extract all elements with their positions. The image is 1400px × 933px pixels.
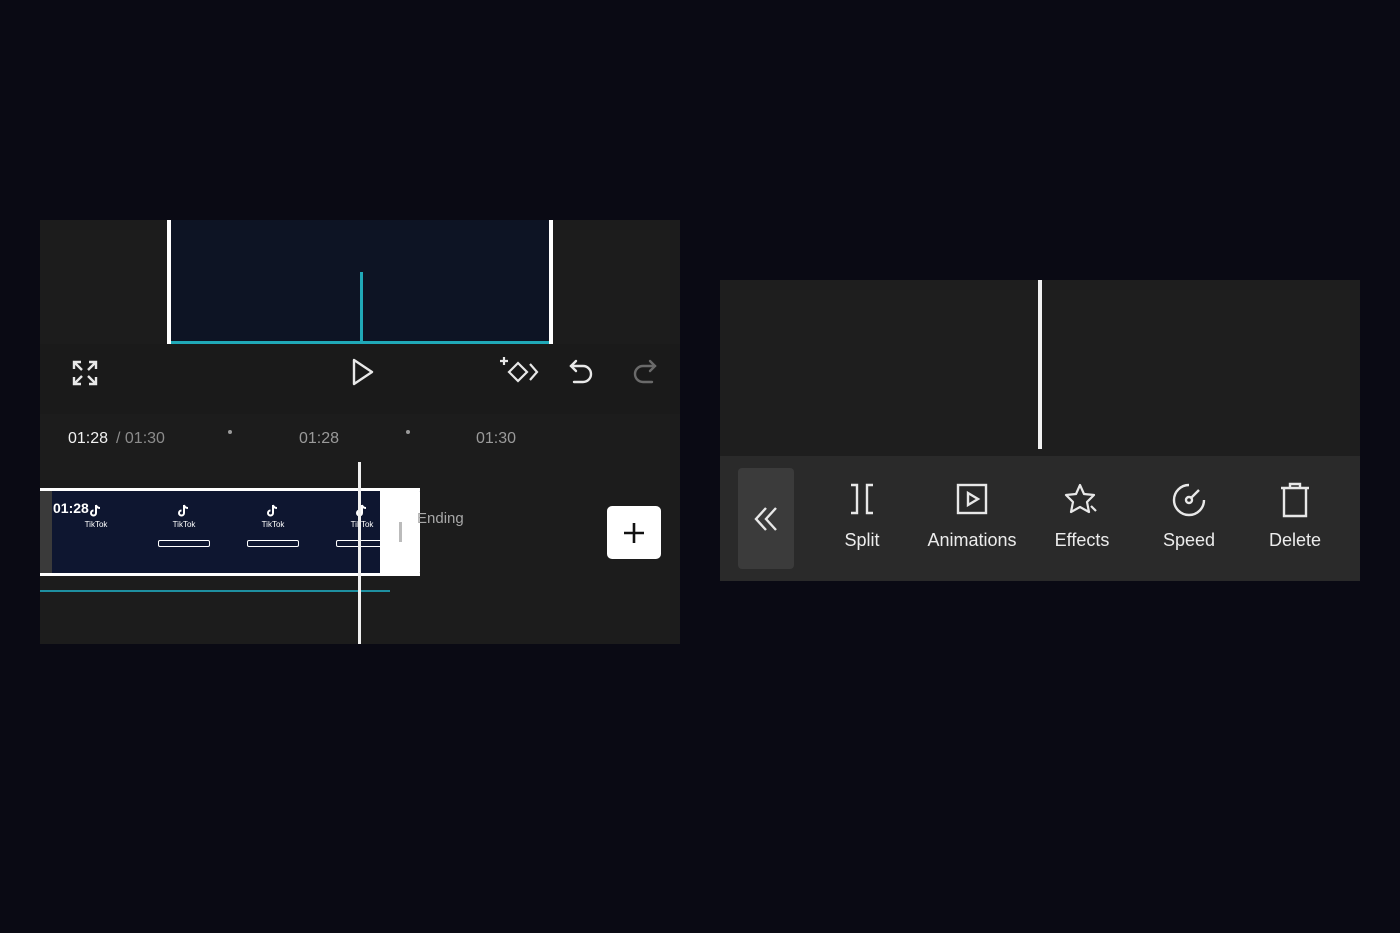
playhead[interactable] xyxy=(358,462,361,644)
tiktok-logo-icon xyxy=(267,504,278,517)
collapse-toolbar-button[interactable] xyxy=(738,468,794,569)
fullscreen-icon[interactable] xyxy=(68,356,102,390)
tiktok-logo-icon xyxy=(90,504,101,517)
tiktok-logo-icon xyxy=(178,504,189,517)
undo-icon[interactable] xyxy=(564,354,600,390)
plus-icon xyxy=(624,522,644,543)
animations-icon xyxy=(956,483,988,515)
edit-toolbar-panel: Split Animations Effects Speed Delete xyxy=(720,280,1360,581)
speed-icon xyxy=(1172,483,1206,517)
effects-label: Effects xyxy=(1054,530,1110,550)
speed-label: Speed xyxy=(1162,530,1216,550)
thumbnail-bar xyxy=(247,540,299,547)
clip-thumbnail: TikTok xyxy=(332,504,380,554)
preview-cursor xyxy=(360,272,363,344)
ruler-dot xyxy=(406,430,410,434)
speed-button[interactable]: Speed xyxy=(1134,476,1244,556)
trim-handle-grip xyxy=(399,522,402,542)
playback-controls xyxy=(40,344,680,414)
edit-toolbar: Split Animations Effects Speed Delete xyxy=(720,456,1360,581)
thumbnail-bar xyxy=(158,540,210,547)
thumbnail-label: TikTok xyxy=(84,520,108,529)
animations-label: Animations xyxy=(927,530,1017,550)
video-preview[interactable] xyxy=(167,220,553,344)
split-label: Split xyxy=(844,530,880,550)
delete-label: Delete xyxy=(1268,530,1322,550)
split-button[interactable]: Split xyxy=(807,476,917,556)
audio-track-line xyxy=(40,590,390,592)
redo-icon[interactable] xyxy=(626,354,662,390)
split-icon xyxy=(851,483,873,515)
add-clip-button[interactable] xyxy=(607,506,661,559)
ending-label[interactable]: Ending xyxy=(417,510,464,527)
playhead xyxy=(1038,280,1042,449)
ruler-dot xyxy=(228,430,232,434)
tiktok-logo-icon xyxy=(356,504,367,517)
editor-panel: 01:28 / 01:30 01:28 01:30 01:28 TikTok T… xyxy=(40,220,680,644)
play-icon[interactable] xyxy=(344,354,380,390)
effects-icon xyxy=(1064,483,1097,514)
thumbnail-label: TikTok xyxy=(261,520,285,529)
clip-left-edge xyxy=(40,491,52,573)
delete-icon xyxy=(1281,482,1309,518)
effects-button[interactable]: Effects xyxy=(1027,476,1137,556)
ruler-tick-label: 01:28 xyxy=(299,430,340,447)
thumbnail-label: TikTok xyxy=(350,520,374,529)
current-time: 01:28 xyxy=(68,430,109,447)
thumbnail-label: TikTok xyxy=(172,520,196,529)
delete-button[interactable]: Delete xyxy=(1240,476,1350,556)
clip-thumbnail: TikTok xyxy=(66,504,126,554)
animations-button[interactable]: Animations xyxy=(917,476,1027,556)
clip-thumbnail: TikTok xyxy=(243,504,303,554)
ruler-tick-label: 01:30 xyxy=(476,430,517,447)
clip-thumbnail: TikTok xyxy=(154,504,214,554)
keyframe-icon[interactable] xyxy=(500,352,540,392)
double-chevron-left-icon xyxy=(754,506,777,531)
total-time: / 01:30 xyxy=(116,430,165,447)
